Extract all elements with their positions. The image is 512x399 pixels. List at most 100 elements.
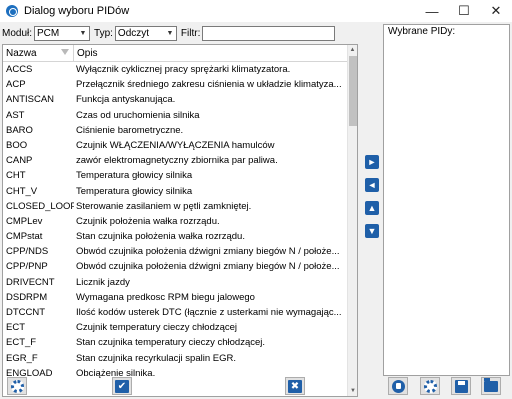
row-name: CMPstat bbox=[6, 231, 43, 243]
table-row[interactable]: EGR_F Stan czujnika recyrkulacji spalin E… bbox=[3, 351, 349, 366]
table-row[interactable]: ECT Czujnik temperatury cieczy chłodzącej bbox=[3, 320, 349, 335]
row-name: ACP bbox=[6, 79, 26, 91]
row-description: Funkcja antyskanująca. bbox=[76, 94, 176, 106]
row-name: ECT bbox=[6, 322, 25, 334]
row-description: Czujnik położenia wałka rozrządu. bbox=[76, 215, 220, 227]
table-row[interactable]: BOO Czujnik WŁĄCZENIA/WYŁĄCZENIA hamulców bbox=[3, 138, 349, 153]
table-body: ACCS Wyłącznik cyklicznej pracy sprężarki… bbox=[3, 62, 349, 381]
vertical-scrollbar[interactable]: ▲ ▼ bbox=[347, 45, 357, 396]
row-name: AST bbox=[6, 109, 25, 121]
module-select[interactable]: PCM ▼ bbox=[34, 25, 91, 41]
module-value: PCM bbox=[37, 27, 60, 39]
table-row[interactable]: CPP/PNP Obwód czujnika położenia dźwigni … bbox=[3, 259, 349, 274]
row-name: DSDRPM bbox=[6, 291, 48, 303]
save-icon bbox=[454, 379, 468, 393]
minimize-button[interactable]: — bbox=[416, 0, 448, 22]
table-row[interactable]: CLOSED_LOOP Sterowanie zasilaniem w pętli… bbox=[3, 199, 349, 214]
chevron-down-icon: ▼ bbox=[166, 29, 174, 37]
row-description: Czas od uruchomienia silnika bbox=[76, 109, 200, 121]
row-description: Czujnik temperatury cieczy chłodzącej bbox=[76, 322, 238, 334]
row-name: BOO bbox=[6, 139, 28, 151]
add-pid-button[interactable]: ► bbox=[365, 155, 379, 169]
selected-pids-header: Wybrane PIDy: bbox=[388, 26, 456, 37]
row-description: Czujnik WŁĄCZENIA/WYŁĄCZENIA hamulców bbox=[76, 139, 275, 151]
row-name: CANP bbox=[6, 155, 33, 167]
table-row[interactable]: ACP Przełącznik średniego zakresu ciśnien… bbox=[3, 77, 349, 92]
gear-icon bbox=[423, 379, 437, 393]
window-title: Dialog wyboru PIDów bbox=[24, 5, 130, 17]
row-description: Sterowanie zasilaniem w pętli zamkniętej… bbox=[76, 200, 252, 212]
pid-list-panel: Moduł: PCM ▼ Typ: Odczyt ▼ Filtr: Nazwa … bbox=[2, 24, 360, 398]
sort-indicator-icon bbox=[61, 49, 69, 55]
row-description: Ciśnienie barometryczne. bbox=[76, 124, 184, 136]
open-button[interactable] bbox=[481, 377, 501, 395]
row-name: DRIVECNT bbox=[6, 276, 55, 288]
table-row[interactable]: CMPstat Stan czujnika położenia wałka roz… bbox=[3, 229, 349, 244]
row-name: ACCS bbox=[6, 64, 33, 75]
table-row[interactable]: CANP zawór elektromagnetyczny zbiornika p… bbox=[3, 153, 349, 168]
maximize-button[interactable]: ☐ bbox=[448, 0, 480, 22]
type-label: Typ: bbox=[94, 27, 113, 39]
table-row[interactable]: CPP/NDS Obwód czujnika położenia dźwigni … bbox=[3, 244, 349, 259]
module-label: Moduł: bbox=[2, 27, 33, 39]
table-row[interactable]: ECT_F Stan czujnika temperatury cieczy ch… bbox=[3, 335, 349, 350]
table-row[interactable]: DTCCNT Ilość kodów usterek DTC (łącznie z… bbox=[3, 305, 349, 320]
checkmark-icon: ✔ bbox=[115, 379, 129, 393]
type-select[interactable]: Odczyt ▼ bbox=[114, 25, 177, 41]
row-name: CMPLev bbox=[6, 215, 43, 227]
folder-icon bbox=[484, 377, 498, 392]
table-row[interactable]: DRIVECNT Licznik jazdy bbox=[3, 275, 349, 290]
row-description: Temperatura głowicy silnika bbox=[76, 170, 193, 182]
clear-button[interactable] bbox=[388, 377, 408, 395]
row-description: Stan czujnika położenia wałka rozrządu. bbox=[76, 231, 245, 243]
table-row[interactable]: ACCS Wyłącznik cyklicznej pracy sprężarki… bbox=[3, 62, 349, 77]
scroll-thumb[interactable] bbox=[349, 56, 357, 126]
settings-button[interactable] bbox=[7, 377, 27, 395]
app-icon bbox=[6, 5, 18, 17]
column-header-desc[interactable]: Opis bbox=[74, 45, 349, 62]
save-button[interactable] bbox=[451, 377, 471, 395]
chevron-down-icon: ▼ bbox=[79, 29, 87, 37]
row-name: CLOSED_LOOP bbox=[6, 200, 74, 212]
row-name: ECT_F bbox=[6, 337, 37, 349]
row-description: Ilość kodów usterek DTC (łącznie z uster… bbox=[76, 307, 342, 318]
table-row[interactable]: AST Czas od uruchomienia silnika bbox=[3, 108, 349, 123]
gear-icon bbox=[10, 379, 24, 393]
filter-input[interactable] bbox=[202, 25, 336, 41]
close-button[interactable]: ✕ bbox=[480, 0, 512, 22]
ok-button[interactable]: ✔ bbox=[112, 377, 132, 395]
filter-label: Filtr: bbox=[180, 27, 201, 39]
bottom-bar: ✔ ✖ bbox=[0, 376, 512, 399]
table-row[interactable]: CHT_V Temperatura głowicy silnika bbox=[3, 184, 349, 199]
clear-icon bbox=[391, 379, 405, 393]
table-row[interactable]: ANTISCAN Funkcja antyskanująca. bbox=[3, 92, 349, 107]
row-description: Licznik jazdy bbox=[76, 276, 130, 288]
selected-pids-panel[interactable]: Wybrane PIDy: bbox=[383, 24, 510, 376]
pid-table: Nazwa Opis ACCS Wyłącznik cyklicznej prac… bbox=[2, 44, 358, 397]
cancel-button[interactable]: ✖ bbox=[285, 377, 305, 395]
row-name: CHT_V bbox=[6, 185, 38, 197]
table-row[interactable]: BARO Ciśnienie barometryczne. bbox=[3, 123, 349, 138]
title-bar: Dialog wyboru PIDów — ☐ ✕ bbox=[0, 0, 512, 22]
table-row[interactable]: CMPLev Czujnik położenia wałka rozrządu. bbox=[3, 214, 349, 229]
row-name: ANTISCAN bbox=[6, 94, 55, 106]
selected-settings-button[interactable] bbox=[420, 377, 440, 395]
move-down-button[interactable]: ▼ bbox=[365, 224, 379, 238]
cancel-icon: ✖ bbox=[288, 379, 302, 393]
row-description: Stan czujnika temperatury cieczy chłodzą… bbox=[76, 337, 266, 349]
column-header-name[interactable]: Nazwa bbox=[3, 45, 74, 62]
row-description: Obwód czujnika położenia dźwigni zmiany … bbox=[76, 246, 340, 258]
row-name: CHT bbox=[6, 170, 26, 182]
scroll-up-icon[interactable]: ▲ bbox=[348, 45, 357, 55]
row-name: BARO bbox=[6, 124, 33, 136]
move-up-button[interactable]: ▲ bbox=[365, 201, 379, 215]
window-controls: — ☐ ✕ bbox=[416, 0, 512, 22]
row-description: Stan czujnika recyrkulacji spalin EGR. bbox=[76, 352, 236, 364]
column-name-label: Nazwa bbox=[6, 48, 37, 59]
row-description: Przełącznik średniego zakresu ciśnienia … bbox=[76, 79, 342, 91]
row-description: Wymagana predkosc RPM biegu jalowego bbox=[76, 291, 255, 303]
remove-pid-button[interactable]: ◄ bbox=[365, 178, 379, 192]
table-row[interactable]: DSDRPM Wymagana predkosc RPM biegu jalowe… bbox=[3, 290, 349, 305]
table-row[interactable]: CHT Temperatura głowicy silnika bbox=[3, 168, 349, 183]
filter-toolbar: Moduł: PCM ▼ Typ: Odczyt ▼ Filtr: bbox=[2, 24, 360, 42]
